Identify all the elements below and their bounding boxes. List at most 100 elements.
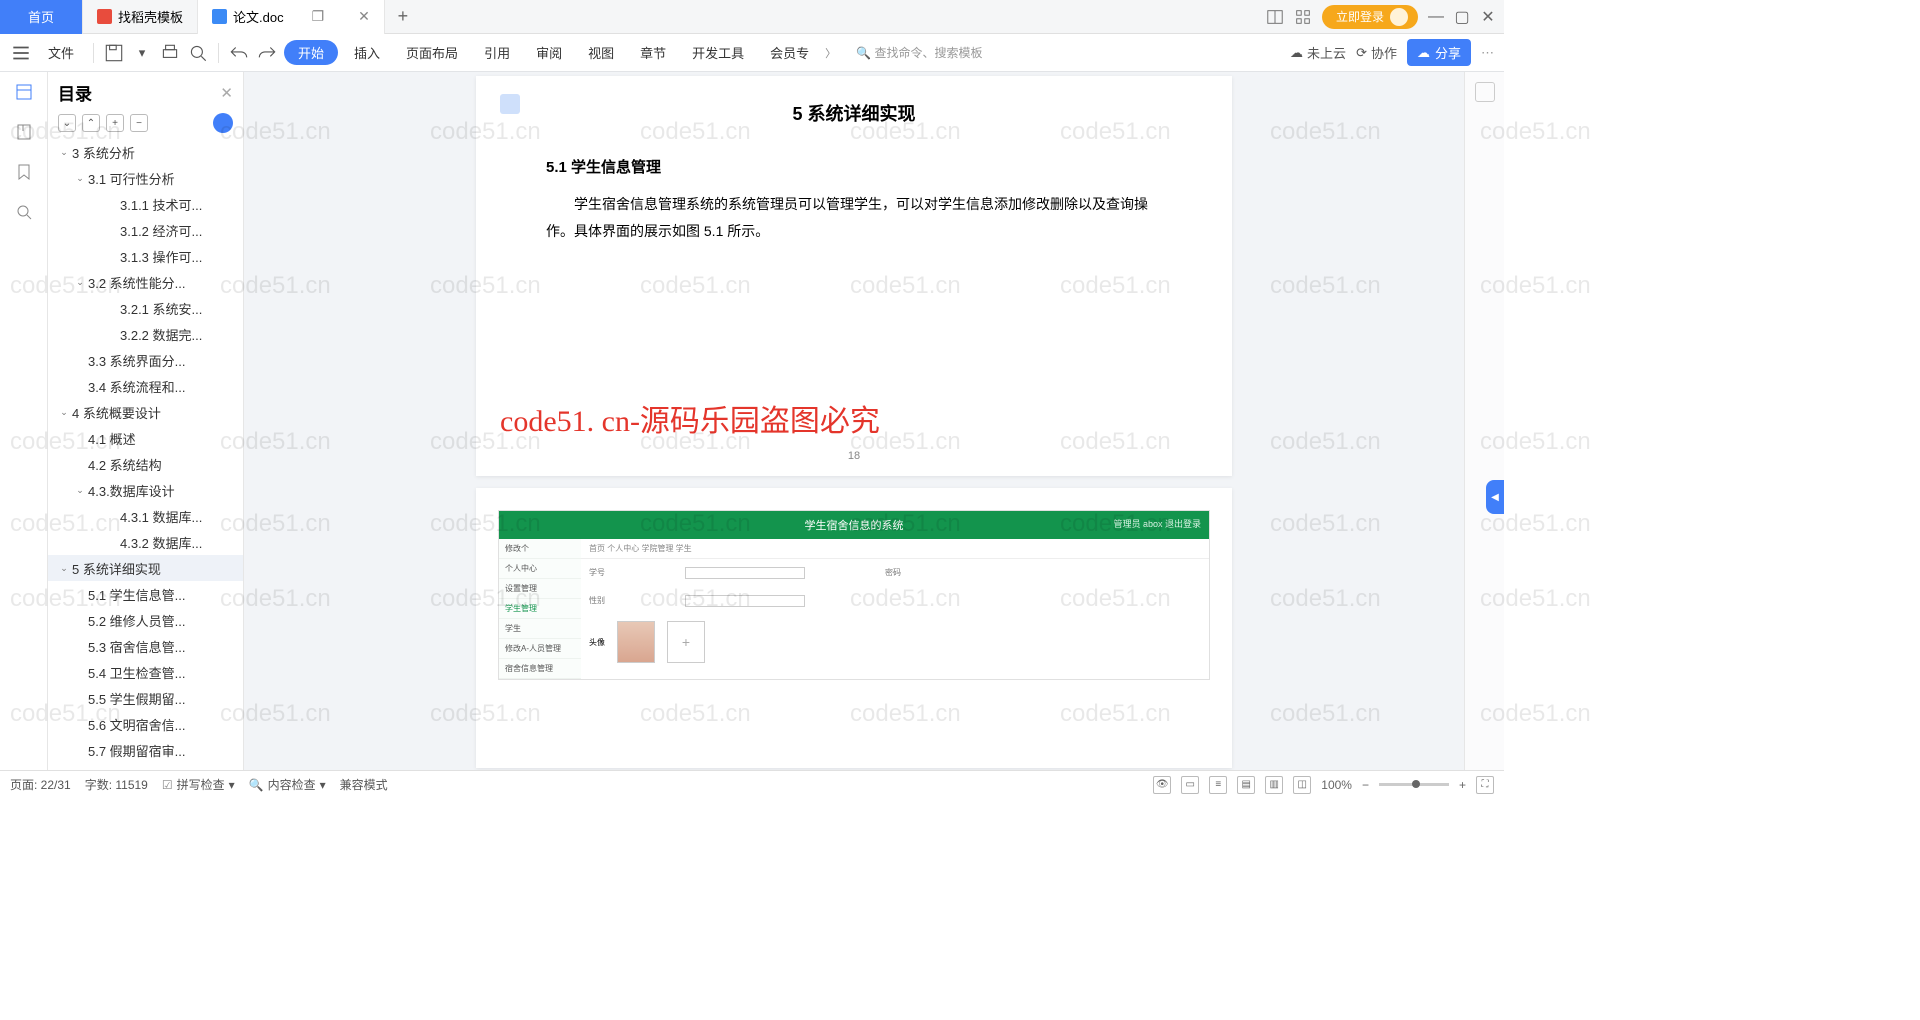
page-tool-icon[interactable] [500, 94, 520, 114]
word-count[interactable]: 字数: 11519 [85, 776, 148, 793]
sshot-input [685, 595, 805, 607]
eye-icon[interactable]: 👁 [1153, 776, 1171, 794]
outline-item[interactable]: ⌄3.2 系统性能分... [48, 269, 243, 295]
menu-chapter[interactable]: 章节 [630, 39, 676, 66]
view-read-icon[interactable]: ▥ [1265, 776, 1283, 794]
apps-icon[interactable] [1294, 8, 1312, 26]
left-rail [0, 72, 48, 770]
outline-item[interactable]: 4.2 系统结构 [48, 451, 243, 477]
search-icon[interactable] [14, 202, 34, 222]
outline-item[interactable]: 5.6 文明宿舍信... [48, 711, 243, 737]
outline-item[interactable]: ⌄4.3.数据库设计 [48, 477, 243, 503]
page-indicator[interactable]: 页面: 22/31 [10, 776, 71, 793]
cloud-status[interactable]: ☁ 未上云 [1290, 43, 1346, 62]
view-web-icon[interactable]: ▤ [1237, 776, 1255, 794]
menu-file[interactable]: 文件 [38, 39, 84, 66]
close-icon[interactable]: ✕ [358, 8, 370, 25]
outline-item[interactable]: 5.7 假期留宿审... [48, 737, 243, 763]
panel-toggle-icon[interactable] [1475, 82, 1495, 102]
tab-document[interactable]: 论文.doc❐✕ [198, 0, 385, 34]
login-button[interactable]: 立即登录 [1322, 5, 1418, 29]
sshot-images: 头像+ [581, 615, 1209, 669]
content-check-button[interactable]: 🔍内容检查 ▾ [249, 776, 326, 793]
hamburger-icon[interactable] [10, 42, 32, 64]
document-canvas[interactable]: 5 系统详细实现 5.1 学生信息管理 学生宿舍信息管理系统的系统管理员可以管理… [244, 72, 1464, 770]
expand-all-icon[interactable]: ⌃ [82, 114, 100, 132]
outline-item[interactable]: ⌄3 系统分析 [48, 139, 243, 165]
outline-item[interactable]: 3.1.3 操作可... [48, 243, 243, 269]
collab-button[interactable]: ⟳ 协作 [1356, 43, 1397, 62]
view-outline-icon[interactable]: ≡ [1209, 776, 1227, 794]
menu-layout[interactable]: 页面布局 [396, 39, 468, 66]
menu-member[interactable]: 会员专 [760, 39, 819, 66]
outline-item[interactable]: 5.5 学生假期留... [48, 685, 243, 711]
outline-icon[interactable] [14, 82, 34, 102]
outline-item[interactable]: 3.3 系统界面分... [48, 347, 243, 373]
outline-item[interactable]: 5.3 宿舍信息管... [48, 633, 243, 659]
outline-item[interactable]: 4.1 概述 [48, 425, 243, 451]
tab-home[interactable]: 首页 [0, 0, 83, 34]
save-icon[interactable] [103, 42, 125, 64]
close-icon[interactable]: ✕ [220, 84, 233, 102]
compat-mode[interactable]: 兼容模式 [340, 776, 388, 793]
outline-item[interactable]: ⌄3.1 可行性分析 [48, 165, 243, 191]
layout-icon[interactable] [1266, 8, 1284, 26]
zoom-fit-icon[interactable]: ◫ [1293, 776, 1311, 794]
view-page-icon[interactable]: ▭ [1181, 776, 1199, 794]
outline-item[interactable]: 3.2.1 系统安... [48, 295, 243, 321]
more-menu-icon[interactable]: ⋯ [1481, 45, 1494, 61]
menu-view[interactable]: 视图 [578, 39, 624, 66]
float-window-icon[interactable]: ❐ [312, 8, 325, 25]
new-tab-button[interactable]: + [385, 6, 421, 27]
outline-item[interactable]: 5.4 卫生检查管... [48, 659, 243, 685]
zoom-in-button[interactable]: + [1459, 778, 1466, 792]
outline-item[interactable]: 4.3.1 数据库... [48, 503, 243, 529]
collapse-all-icon[interactable]: ⌄ [58, 114, 76, 132]
titlebar-right: 立即登录 — ▢ ✕ [1266, 5, 1504, 29]
menu-review[interactable]: 审阅 [526, 39, 572, 66]
menu-devtools[interactable]: 开发工具 [682, 39, 754, 66]
doc-paragraph: 学生宿舍信息管理系统的系统管理员可以管理学生，可以对学生信息添加修改删除以及查询… [546, 191, 1162, 244]
outline-item[interactable]: 3.1.1 技术可... [48, 191, 243, 217]
close-window-button[interactable]: ✕ [1480, 9, 1496, 25]
menu-insert[interactable]: 插入 [344, 39, 390, 66]
side-fab[interactable]: ◀ [1486, 480, 1504, 514]
embedded-screenshot: 学生宿舍信息的系统管理员 abox 退出登录 修改个个人中心设置管理学生管理学生… [498, 510, 1210, 680]
search-command[interactable]: 🔍 查找命令、搜索模板 [856, 44, 982, 61]
bookmark-section-icon[interactable] [14, 122, 34, 142]
outline-item[interactable]: ⌄5 系统详细实现 [48, 555, 243, 581]
outline-item[interactable]: 5.1 学生信息管... [48, 581, 243, 607]
fullscreen-icon[interactable]: ⛶ [1476, 776, 1494, 794]
print-icon[interactable] [159, 42, 181, 64]
zoom-slider[interactable] [1379, 783, 1449, 786]
search-placeholder: 查找命令、搜索模板 [874, 46, 982, 60]
tab-template[interactable]: 找稻壳模板 [83, 0, 198, 34]
chevron-right-icon[interactable]: 〉 [825, 45, 836, 61]
minimize-button[interactable]: — [1428, 9, 1444, 25]
sync-icon[interactable] [213, 113, 233, 133]
sidebar-tools: ⌄ ⌃ + − [48, 109, 243, 139]
menu-start[interactable]: 开始 [284, 40, 338, 65]
outline-item[interactable]: 3.2.2 数据完... [48, 321, 243, 347]
outline-item[interactable]: ⌄4 系统概要设计 [48, 399, 243, 425]
save-dropdown-icon[interactable]: ▾ [131, 42, 153, 64]
outline-item[interactable]: 4.3.2 数据库... [48, 529, 243, 555]
zoom-level[interactable]: 100% [1321, 778, 1352, 792]
outline-item[interactable]: 5.2 维修人员管... [48, 607, 243, 633]
remove-heading-icon[interactable]: − [130, 114, 148, 132]
outline-item[interactable]: 3.1.2 经济可... [48, 217, 243, 243]
add-heading-icon[interactable]: + [106, 114, 124, 132]
menu-reference[interactable]: 引用 [474, 39, 520, 66]
sshot-form-row: 学号密码 [581, 559, 1209, 587]
print-preview-icon[interactable] [187, 42, 209, 64]
zoom-out-button[interactable]: − [1362, 778, 1369, 792]
login-label: 立即登录 [1336, 8, 1384, 25]
sshot-breadcrumb: 首页 个人中心 学院管理 学生 [581, 539, 1209, 559]
maximize-button[interactable]: ▢ [1454, 9, 1470, 25]
share-button[interactable]: ☁ 分享 [1407, 39, 1471, 66]
outline-item[interactable]: 3.4 系统流程和... [48, 373, 243, 399]
bookmark-icon[interactable] [14, 162, 34, 182]
undo-icon[interactable] [228, 42, 250, 64]
redo-icon[interactable] [256, 42, 278, 64]
spellcheck-button[interactable]: ☑拼写检查 ▾ [162, 776, 235, 793]
